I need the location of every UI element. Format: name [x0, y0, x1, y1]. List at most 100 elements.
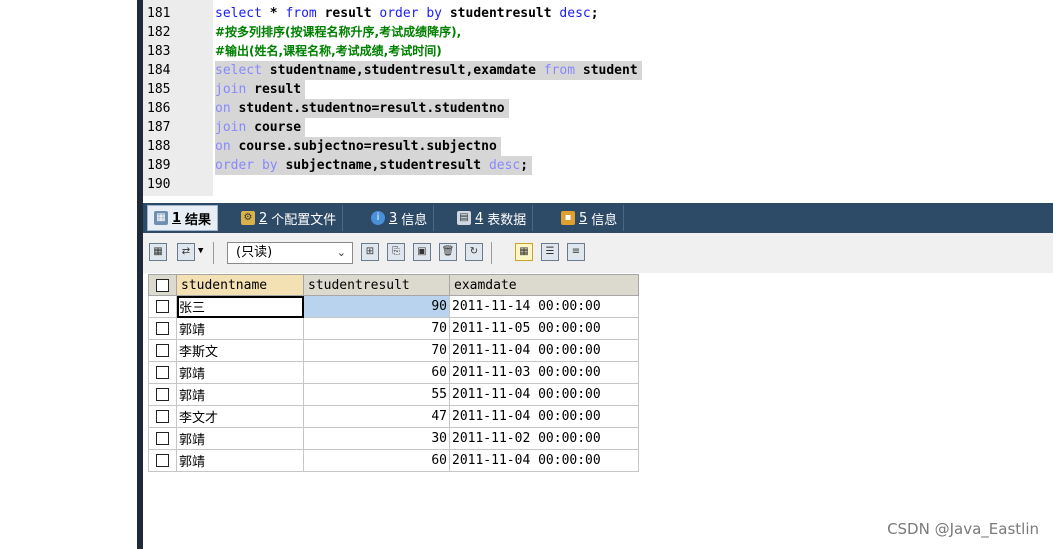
cell-examdate[interactable]: 2011-11-14 00:00:00 [449, 295, 639, 318]
tab-label: 个配置文件 [271, 212, 337, 228]
cell-examdate[interactable]: 2011-11-05 00:00:00 [449, 317, 639, 340]
cell-studentname[interactable]: 郭靖 [176, 383, 304, 406]
table-row[interactable]: 郭靖 60 2011-11-03 00:00:00 [148, 361, 639, 384]
row-select-cell[interactable] [148, 361, 177, 384]
row-checkbox[interactable] [156, 322, 169, 335]
cell-examdate[interactable]: 2011-11-04 00:00:00 [449, 383, 639, 406]
row-select-cell[interactable] [148, 339, 177, 362]
sql-keyword: select [215, 63, 262, 78]
row-checkbox[interactable] [156, 388, 169, 401]
cell-studentresult[interactable]: 60 [303, 449, 450, 472]
text-view-icon[interactable]: ≡ [567, 243, 585, 261]
column-header-studentname[interactable]: studentname [176, 274, 304, 296]
cell-examdate[interactable]: 2011-11-03 00:00:00 [449, 361, 639, 384]
column-header-examdate[interactable]: examdate [449, 274, 639, 296]
sql-keyword: on [215, 139, 231, 154]
tab-number: 2 [259, 210, 268, 226]
code-comment[interactable]: #按多列排序(按课程名称升序,考试成绩降序), [215, 23, 461, 42]
sql-keyword: join [215, 82, 247, 97]
code-line-selected[interactable]: on student.studentno=result.studentno [215, 99, 509, 118]
code-comment[interactable]: #输出(姓名,课程名称,考试成绩,考试时间) [215, 42, 442, 61]
line-number: 183 [147, 44, 171, 59]
form-view-icon[interactable]: ☰ [541, 243, 559, 261]
cell-studentname[interactable]: 李文才 [176, 405, 304, 428]
table-row[interactable]: 郭靖 30 2011-11-02 00:00:00 [148, 427, 639, 450]
code-line-selected[interactable]: order by subjectname,studentresult desc; [215, 156, 533, 175]
toolbar-divider [213, 242, 214, 264]
table-row[interactable]: 郭靖 60 2011-11-04 00:00:00 [148, 449, 639, 472]
row-select-cell[interactable] [148, 295, 177, 318]
sql-keyword: by [426, 6, 443, 21]
chevron-down-icon: ⌄ [336, 246, 346, 259]
table-row[interactable]: 李文才 47 2011-11-04 00:00:00 [148, 405, 639, 428]
tab-info[interactable]: ▪ 5 信息 [555, 205, 625, 231]
tab-profiles[interactable]: ⚙ 2 个配置文件 [235, 205, 344, 231]
cell-examdate[interactable]: 2011-11-04 00:00:00 [449, 339, 639, 362]
sql-keyword: from [285, 6, 317, 21]
row-select-cell[interactable] [148, 427, 177, 450]
import-icon[interactable]: ⇄ [177, 243, 195, 261]
tab-results[interactable]: ▦ 1 结果 [147, 205, 219, 231]
table-row[interactable]: 郭靖 70 2011-11-05 00:00:00 [148, 317, 639, 340]
row-select-cell[interactable] [148, 317, 177, 340]
cell-studentresult[interactable]: 70 [303, 339, 450, 362]
code-line-selected[interactable]: on course.subjectno=result.subjectno [215, 137, 501, 156]
table-row[interactable]: 郭靖 55 2011-11-04 00:00:00 [148, 383, 639, 406]
row-checkbox[interactable] [156, 410, 169, 423]
grid-view-icon[interactable]: ▦ [515, 243, 533, 261]
code-line-selected[interactable]: join course [215, 118, 306, 137]
code-line[interactable]: select * from result order by studentres… [215, 4, 599, 23]
cell-examdate[interactable]: 2011-11-02 00:00:00 [449, 427, 639, 450]
cell-studentresult[interactable]: 47 [303, 405, 450, 428]
row-select-cell[interactable] [148, 405, 177, 428]
cell-examdate[interactable]: 2011-11-04 00:00:00 [449, 449, 639, 472]
row-checkbox[interactable] [156, 344, 169, 357]
tab-table-data[interactable]: ▤ 4 表数据 [451, 205, 534, 231]
sql-keyword: from [543, 63, 576, 78]
select-all-header[interactable] [148, 274, 177, 296]
cell-studentname[interactable]: 郭靖 [176, 317, 304, 340]
cell-studentresult[interactable]: 60 [303, 361, 450, 384]
chevron-down-icon[interactable]: ▼ [198, 246, 203, 256]
cell-studentname[interactable]: 郭靖 [176, 427, 304, 450]
code-line-selected[interactable]: select studentname,studentresult,examdat… [215, 61, 642, 80]
tab-number: 5 [579, 210, 588, 226]
cell-studentname[interactable]: 李斯文 [176, 339, 304, 362]
refresh-icon[interactable]: ↻ [465, 243, 483, 261]
cell-studentresult[interactable]: 30 [303, 427, 450, 450]
row-select-cell[interactable] [148, 449, 177, 472]
cell-studentresult[interactable]: 90 [303, 295, 450, 318]
export-grid-icon[interactable]: ▦ [149, 243, 167, 261]
cell-studentresult[interactable]: 70 [303, 317, 450, 340]
row-checkbox[interactable] [156, 432, 169, 445]
watermark: CSDN @Java_Eastlin [887, 520, 1039, 538]
tab-label: 信息 [401, 212, 428, 228]
cell-studentname[interactable]: 郭靖 [176, 449, 304, 472]
sql-editor[interactable]: 181 182 183 184 185 186 187 188 189 190 … [143, 0, 1053, 196]
sql-keyword: desc [559, 6, 591, 21]
row-checkbox[interactable] [156, 454, 169, 467]
row-checkbox[interactable] [156, 300, 169, 313]
duplicate-row-icon[interactable]: ⎘ [387, 243, 405, 261]
cell-studentname[interactable]: 张三 [176, 295, 304, 318]
column-header-studentresult[interactable]: studentresult [303, 274, 450, 296]
cell-studentname[interactable]: 郭靖 [176, 361, 304, 384]
row-checkbox[interactable] [156, 366, 169, 379]
cell-examdate[interactable]: 2011-11-04 00:00:00 [449, 405, 639, 428]
select-all-checkbox[interactable] [156, 278, 169, 292]
readonly-mode-select[interactable]: (只读) ⌄ [227, 242, 353, 264]
insert-row-icon[interactable]: ⊞ [361, 243, 379, 261]
table-row[interactable]: 张三 90 2011-11-14 00:00:00 [148, 295, 639, 318]
code-line-selected[interactable]: join result [215, 80, 306, 99]
line-number: 181 [147, 6, 171, 21]
line-number: 190 [147, 177, 171, 192]
tab-label: 结果 [185, 212, 212, 228]
cell-studentresult[interactable]: 55 [303, 383, 450, 406]
delete-icon[interactable]: 🗑 [439, 243, 457, 261]
row-select-cell[interactable] [148, 383, 177, 406]
line-number: 188 [147, 139, 171, 154]
tab-messages[interactable]: i 3 信息 [365, 205, 435, 231]
table-row[interactable]: 李斯文 70 2011-11-04 00:00:00 [148, 339, 639, 362]
save-icon[interactable]: ▣ [413, 243, 431, 261]
sql-keyword: by [261, 158, 278, 173]
